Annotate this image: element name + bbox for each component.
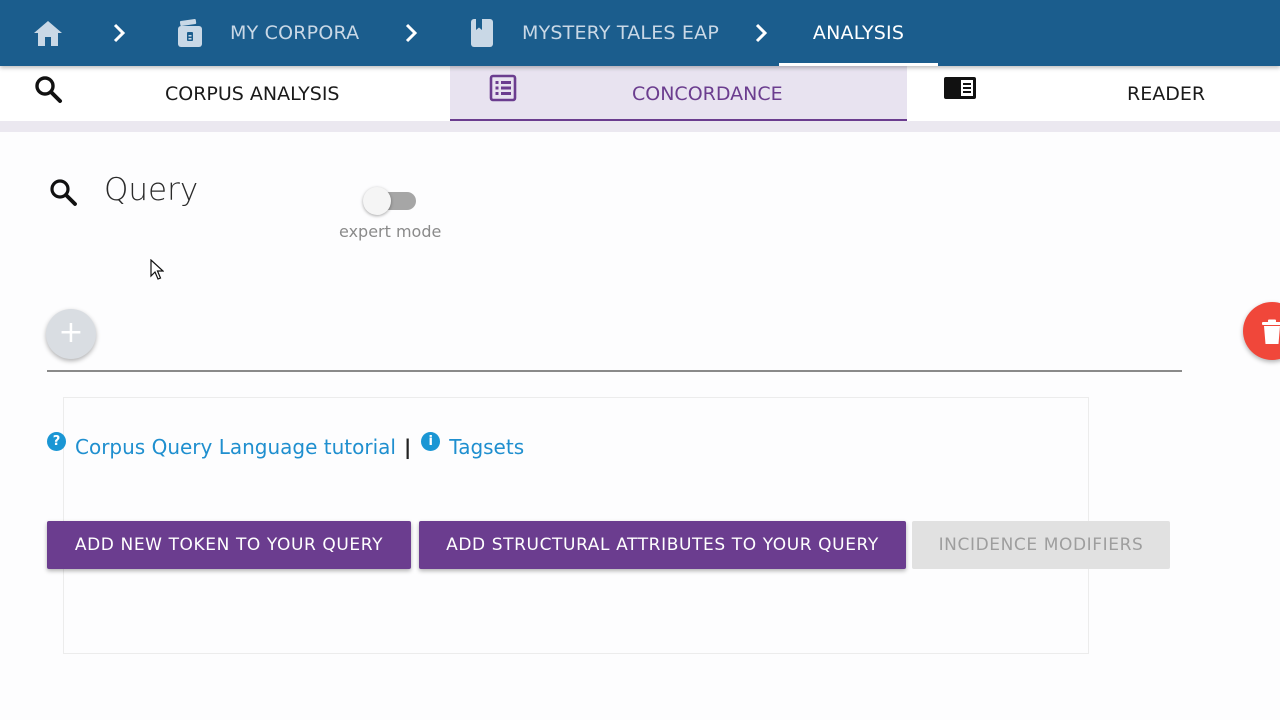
book-icon — [471, 19, 493, 47]
trash-icon — [1262, 319, 1280, 344]
breadcrumb-my-corpora[interactable]: MY CORPORA — [177, 0, 359, 66]
query-input-line — [47, 370, 1182, 372]
expert-mode-label: expert mode — [339, 222, 442, 241]
info-icon: i — [421, 431, 441, 451]
incidence-modifiers-button[interactable]: INCIDENCE MODIFIERS — [912, 521, 1170, 569]
cql-tutorial-link[interactable]: Corpus Query Language tutorial — [75, 435, 396, 459]
breadcrumb-label: MY CORPORA — [230, 22, 360, 44]
expert-mode-toggle[interactable] — [362, 186, 418, 216]
tab-reader[interactable]: READER — [907, 66, 1280, 121]
tab-concordance[interactable]: CONCORDANCE — [450, 66, 907, 121]
reader-icon — [944, 77, 976, 99]
link-separator: | — [403, 435, 412, 459]
chevron-right-icon — [405, 23, 418, 43]
add-structural-attributes-button[interactable]: ADD STRUCTURAL ATTRIBUTES TO YOUR QUERY — [419, 521, 906, 569]
breadcrumb-home[interactable] — [32, 0, 64, 66]
search-icon — [35, 76, 62, 103]
query-title: Query — [104, 172, 199, 208]
tab-label: CORPUS ANALYSIS — [165, 82, 340, 105]
toggle-knob — [363, 187, 391, 215]
breadcrumb-analysis[interactable]: ANALYSIS — [779, 0, 938, 66]
breadcrumb-mystery-tales[interactable]: MYSTERY TALES EAP — [470, 0, 719, 66]
mouse-cursor-icon — [150, 259, 164, 280]
search-icon — [50, 179, 77, 206]
tagsets-link[interactable]: Tagsets — [449, 435, 524, 459]
breadcrumb-bar: MY CORPORA MYSTERY TALES EAP ANALYSIS — [0, 0, 1280, 66]
analysis-tabs: CORPUS ANALYSIS CONCORDANCE READER — [0, 66, 1280, 121]
add-new-token-button[interactable]: ADD NEW TOKEN TO YOUR QUERY — [47, 521, 411, 569]
help-links: ? Corpus Query Language tutorial | i Tag… — [47, 431, 524, 462]
tab-corpus-analysis[interactable]: CORPUS ANALYSIS — [0, 66, 450, 121]
add-token-fab[interactable]: + — [46, 309, 96, 359]
tab-bar-divider — [0, 121, 1280, 132]
list-box-icon — [489, 74, 517, 102]
active-breadcrumb-indicator — [779, 63, 938, 66]
tab-label: READER — [1127, 82, 1206, 105]
question-icon: ? — [47, 431, 66, 451]
chevron-right-icon — [113, 23, 126, 43]
clear-query-button[interactable] — [1243, 302, 1280, 360]
tab-label: CONCORDANCE — [632, 82, 783, 105]
home-icon — [34, 21, 62, 46]
breadcrumb-label: MYSTERY TALES EAP — [522, 22, 719, 44]
archive-icon — [178, 19, 202, 47]
breadcrumb-label: ANALYSIS — [812, 22, 905, 44]
chevron-right-icon — [755, 23, 768, 43]
